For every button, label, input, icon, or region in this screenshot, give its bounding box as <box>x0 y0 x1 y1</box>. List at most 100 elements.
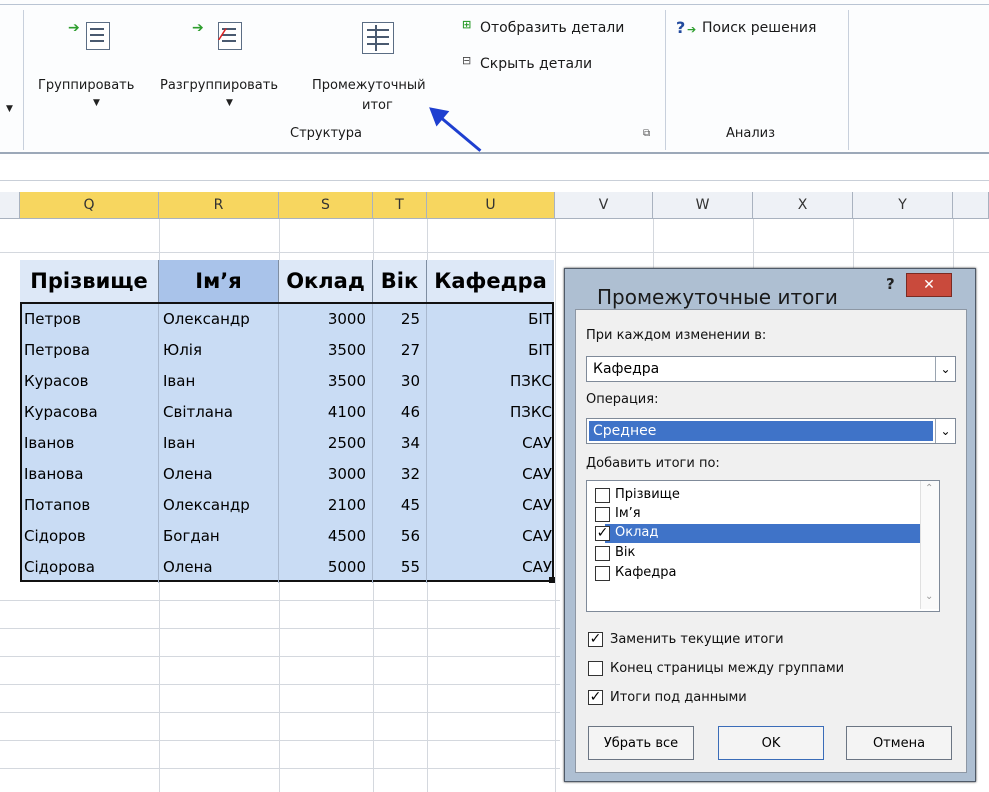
list-item[interactable]: Ім’я <box>591 504 931 525</box>
list-item-selected[interactable]: ✓ Оклад <box>591 523 935 544</box>
table-cell[interactable]: БІТ <box>427 304 554 335</box>
checkbox[interactable] <box>595 546 610 561</box>
ok-button[interactable]: OK <box>718 726 824 760</box>
summary-below-option[interactable]: ✓ Итоги под данными <box>588 688 948 708</box>
table-cell[interactable]: 3000 <box>279 304 373 335</box>
table-cell[interactable]: 3500 <box>279 335 373 366</box>
table-cell[interactable]: САУ <box>427 459 554 490</box>
checkbox[interactable] <box>588 661 603 676</box>
page-break-option[interactable]: Конец страницы между группами <box>588 659 948 679</box>
checkbox[interactable] <box>595 566 610 581</box>
ungroup-button[interactable]: ➔ ⁄ Разгруппировать ▼ <box>160 14 310 124</box>
hide-detail-button[interactable]: ⊟ Скрыть детали <box>462 54 662 78</box>
table-cell[interactable]: 3000 <box>279 459 373 490</box>
table-cell[interactable]: БІТ <box>427 335 554 366</box>
column-header-w[interactable]: W <box>653 192 753 219</box>
table-cell[interactable]: 3500 <box>279 366 373 397</box>
table-cell[interactable]: 4100 <box>279 397 373 428</box>
table-cell[interactable]: 4500 <box>279 521 373 552</box>
table-cell[interactable]: 56 <box>373 521 427 552</box>
table-cell[interactable]: Світлана <box>159 397 279 428</box>
table-cell[interactable]: Богдан <box>159 521 279 552</box>
scroll-up-icon[interactable]: ⌃ <box>925 483 933 494</box>
structure-dialog-launcher-icon[interactable]: ⧉ <box>643 128 650 139</box>
checkbox-checked[interactable]: ✓ <box>595 526 610 541</box>
table-cell[interactable]: 2500 <box>279 428 373 459</box>
table-cell[interactable]: САУ <box>427 490 554 521</box>
column-header-t[interactable]: T <box>373 192 427 219</box>
chevron-down-icon[interactable]: ⌄ <box>935 357 955 381</box>
column-header-next[interactable] <box>953 192 989 219</box>
table-cell[interactable]: Олена <box>159 459 279 490</box>
change-field-select[interactable]: Кафедра ⌄ <box>586 356 956 382</box>
table-cell[interactable]: САУ <box>427 428 554 459</box>
table-cell[interactable]: 5000 <box>279 552 373 583</box>
table-cell[interactable]: Курасова <box>20 397 159 428</box>
table-cell[interactable]: 32 <box>373 459 427 490</box>
table-cell[interactable]: Сідоров <box>20 521 159 552</box>
show-detail-button[interactable]: ⊞ Отобразить детали <box>462 18 662 42</box>
table-header-surname[interactable]: Прізвище <box>20 260 159 302</box>
solver-button[interactable]: ? ➔ Поиск решения <box>676 18 846 44</box>
table-cell[interactable]: САУ <box>427 521 554 552</box>
checkbox[interactable] <box>595 507 610 522</box>
table-header-age[interactable]: Вік <box>373 260 427 302</box>
table-cell[interactable]: 34 <box>373 428 427 459</box>
table-cell[interactable]: Петров <box>20 304 159 335</box>
table-header-salary[interactable]: Оклад <box>279 260 373 302</box>
data-table[interactable]: Прізвище Ім’я Оклад Вік Кафедра Петров О… <box>20 260 555 583</box>
help-button[interactable]: ? <box>886 275 895 293</box>
table-cell[interactable]: 27 <box>373 335 427 366</box>
checkbox[interactable] <box>595 488 610 503</box>
table-cell[interactable]: Курасов <box>20 366 159 397</box>
table-cell[interactable]: 30 <box>373 366 427 397</box>
table-cell[interactable]: ПЗКС <box>427 366 554 397</box>
column-header-u[interactable]: U <box>427 192 555 219</box>
checkbox-checked[interactable]: ✓ <box>588 690 603 705</box>
table-cell[interactable]: САУ <box>427 552 554 583</box>
column-header-q[interactable]: Q <box>20 192 159 219</box>
table-cell[interactable]: 45 <box>373 490 427 521</box>
column-header-x[interactable]: X <box>753 192 853 219</box>
column-header-y[interactable]: Y <box>853 192 953 219</box>
table-cell[interactable]: Юлія <box>159 335 279 366</box>
table-cell[interactable]: 2100 <box>279 490 373 521</box>
table-cell[interactable]: Іван <box>159 366 279 397</box>
table-cell[interactable]: Олександр <box>159 304 279 335</box>
fill-handle[interactable] <box>549 577 555 583</box>
table-cell[interactable]: Олена <box>159 552 279 583</box>
column-header-v[interactable]: V <box>555 192 653 219</box>
grid-line <box>0 768 560 769</box>
row-header-corner[interactable] <box>0 192 20 219</box>
column-header-s[interactable]: S <box>279 192 373 219</box>
checkbox-checked[interactable]: ✓ <box>588 632 603 647</box>
group-button[interactable]: ➔ Группировать ▼ <box>38 14 158 124</box>
chevron-down-icon[interactable]: ⌄ <box>935 419 955 443</box>
table-cell[interactable]: 25 <box>373 304 427 335</box>
table-header-department[interactable]: Кафедра <box>427 260 554 302</box>
remove-all-button[interactable]: Убрать все <box>588 726 694 760</box>
table-cell[interactable]: Сідорова <box>20 552 159 583</box>
cancel-button[interactable]: Отмена <box>846 726 952 760</box>
table-header-name[interactable]: Ім’я <box>159 260 279 302</box>
scroll-down-icon[interactable]: ⌄ <box>925 591 933 602</box>
table-cell[interactable]: ПЗКС <box>427 397 554 428</box>
add-totals-list[interactable]: Прізвище Ім’я ✓ Оклад Вік Кафедра ⌃ ⌄ <box>586 480 940 612</box>
ribbon-left-dropdown-icon[interactable]: ▼ <box>6 104 13 114</box>
operation-select[interactable]: Среднее ⌄ <box>586 418 956 444</box>
table-cell[interactable]: Потапов <box>20 490 159 521</box>
table-cell[interactable]: 46 <box>373 397 427 428</box>
table-cell[interactable]: Іванова <box>20 459 159 490</box>
replace-current-option[interactable]: ✓ Заменить текущие итоги <box>588 630 948 650</box>
column-header-r[interactable]: R <box>159 192 279 219</box>
list-item[interactable]: Вік <box>591 543 931 564</box>
close-button[interactable]: ✕ <box>906 273 952 297</box>
list-scrollbar[interactable]: ⌃ ⌄ <box>920 481 939 609</box>
list-item[interactable]: Кафедра <box>591 563 931 584</box>
table-cell[interactable]: Петрова <box>20 335 159 366</box>
list-item[interactable]: Прізвище <box>591 485 931 506</box>
table-cell[interactable]: Олександр <box>159 490 279 521</box>
table-cell[interactable]: 55 <box>373 552 427 583</box>
table-cell[interactable]: Іванов <box>20 428 159 459</box>
table-cell[interactable]: Іван <box>159 428 279 459</box>
